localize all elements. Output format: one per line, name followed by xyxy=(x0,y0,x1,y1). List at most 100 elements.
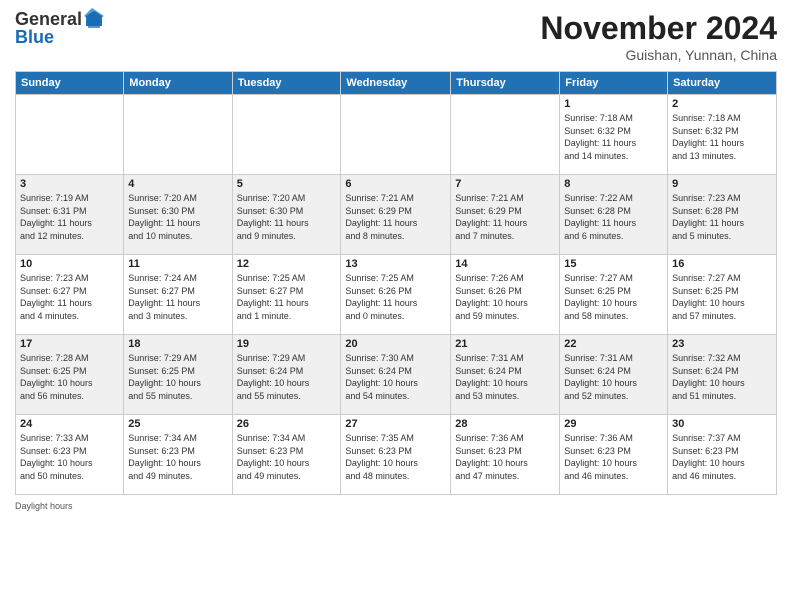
day-info: Sunrise: 7:22 AM Sunset: 6:28 PM Dayligh… xyxy=(564,192,663,242)
day-number: 14 xyxy=(455,258,555,270)
month-title: November 2024 xyxy=(540,10,777,47)
calendar-cell: 1Sunrise: 7:18 AM Sunset: 6:32 PM Daylig… xyxy=(560,95,668,175)
header: General Blue November 2024 Guishan, Yunn… xyxy=(15,10,777,63)
day-info: Sunrise: 7:24 AM Sunset: 6:27 PM Dayligh… xyxy=(128,272,227,322)
day-info: Sunrise: 7:35 AM Sunset: 6:23 PM Dayligh… xyxy=(345,432,446,482)
calendar-cell: 3 Sunrise: 7:19 AM Sunset: 6:31 PM Daylig… xyxy=(16,175,124,255)
col-header-wednesday: Wednesday xyxy=(341,72,451,95)
calendar-cell: 15Sunrise: 7:27 AM Sunset: 6:25 PM Dayli… xyxy=(560,255,668,335)
col-header-tuesday: Tuesday xyxy=(232,72,341,95)
header-row: SundayMondayTuesdayWednesdayThursdayFrid… xyxy=(16,72,777,95)
calendar-cell: 22 Sunrise: 7:31 AM Sunset: 6:24 PM Dayli… xyxy=(560,335,668,415)
day-number: 24 xyxy=(20,418,119,430)
calendar-cell: 14 Sunrise: 7:26 AM Sunset: 6:26 PM Dayli… xyxy=(451,255,560,335)
calendar-cell xyxy=(451,95,560,175)
calendar-cell: 7 Sunrise: 7:21 AM Sunset: 6:29 PM Daylig… xyxy=(451,175,560,255)
day-info: Sunrise: 7:30 AM Sunset: 6:24 PM Dayligh… xyxy=(345,352,446,402)
calendar-body: 1 Sunrise: 7:18 AM Sunset: 6:32 PM Daylig… xyxy=(16,95,777,495)
day-info: Sunrise: 7:25 AM Sunset: 6:27 PM Dayligh… xyxy=(237,272,337,322)
day-number: 18 xyxy=(128,338,227,350)
calendar-cell: 11 Sunrise: 7:24 AM Sunset: 6:27 PM Dayli… xyxy=(124,255,232,335)
calendar-cell: 26 Sunrise: 7:34 AM Sunset: 6:23 PM Dayli… xyxy=(232,415,341,495)
calendar-cell: 25Sunrise: 7:34 AM Sunset: 6:23 PM Dayli… xyxy=(124,415,232,495)
day-info: Sunrise: 7:29 AM Sunset: 6:24 PM Dayligh… xyxy=(237,352,337,402)
day-info: Sunrise: 7:31 AM Sunset: 6:24 PM Dayligh… xyxy=(564,352,663,402)
day-number: 6 xyxy=(345,178,446,190)
day-info: Sunrise: 7:36 AM Sunset: 6:23 PM Dayligh… xyxy=(455,432,555,482)
calendar-cell: 4 Sunrise: 7:20 AM Sunset: 6:30 PM Daylig… xyxy=(124,175,232,255)
day-info: Sunrise: 7:32 AM Sunset: 6:24 PM Dayligh… xyxy=(672,352,772,402)
day-info: Sunrise: 7:37 AM Sunset: 6:23 PM Dayligh… xyxy=(672,432,772,482)
col-header-monday: Monday xyxy=(124,72,232,95)
week-row-4: 17Sunrise: 7:28 AM Sunset: 6:25 PM Dayli… xyxy=(16,335,777,415)
day-number: 11 xyxy=(128,258,227,270)
day-info: Sunrise: 7:31 AM Sunset: 6:24 PM Dayligh… xyxy=(455,352,555,402)
day-number: 9 xyxy=(672,178,772,190)
title-area: November 2024 Guishan, Yunnan, China xyxy=(540,10,777,63)
calendar-cell xyxy=(232,95,341,175)
footer: Daylight hours xyxy=(15,501,777,511)
day-info: Sunrise: 7:26 AM Sunset: 6:26 PM Dayligh… xyxy=(455,272,555,322)
day-number: 4 xyxy=(128,178,227,190)
day-info: Sunrise: 7:36 AM Sunset: 6:23 PM Dayligh… xyxy=(564,432,663,482)
calendar-cell: 27 Sunrise: 7:35 AM Sunset: 6:23 PM Dayli… xyxy=(341,415,451,495)
calendar-header: SundayMondayTuesdayWednesdayThursdayFrid… xyxy=(16,72,777,95)
calendar-cell: 13 Sunrise: 7:25 AM Sunset: 6:26 PM Dayli… xyxy=(341,255,451,335)
col-header-sunday: Sunday xyxy=(16,72,124,95)
logo-icon xyxy=(84,8,104,28)
calendar-cell: 17Sunrise: 7:28 AM Sunset: 6:25 PM Dayli… xyxy=(16,335,124,415)
daylight-label: Daylight hours xyxy=(15,501,73,511)
day-info: Sunrise: 7:20 AM Sunset: 6:30 PM Dayligh… xyxy=(237,192,337,242)
calendar-cell: 10Sunrise: 7:23 AM Sunset: 6:27 PM Dayli… xyxy=(16,255,124,335)
week-row-1: 1 Sunrise: 7:18 AM Sunset: 6:32 PM Daylig… xyxy=(16,95,777,175)
calendar-cell: 18 Sunrise: 7:29 AM Sunset: 6:25 PM Dayli… xyxy=(124,335,232,415)
col-header-friday: Friday xyxy=(560,72,668,95)
day-number: 20 xyxy=(345,338,446,350)
day-number: 7 xyxy=(455,178,555,190)
day-number: 19 xyxy=(237,338,337,350)
day-info: Sunrise: 7:28 AM Sunset: 6:25 PM Dayligh… xyxy=(20,352,119,402)
day-number: 30 xyxy=(672,418,772,430)
calendar-cell: 29 Sunrise: 7:36 AM Sunset: 6:23 PM Dayli… xyxy=(560,415,668,495)
day-number: 5 xyxy=(237,178,337,190)
day-info: Sunrise: 7:34 AM Sunset: 6:23 PM Dayligh… xyxy=(237,432,337,482)
day-number: 27 xyxy=(345,418,446,430)
week-row-3: 10Sunrise: 7:23 AM Sunset: 6:27 PM Dayli… xyxy=(16,255,777,335)
day-number: 26 xyxy=(237,418,337,430)
day-info: Sunrise: 7:27 AM Sunset: 6:25 PM Dayligh… xyxy=(672,272,772,322)
day-info: Sunrise: 7:33 AM Sunset: 6:23 PM Dayligh… xyxy=(20,432,119,482)
day-info: Sunrise: 7:21 AM Sunset: 6:29 PM Dayligh… xyxy=(455,192,555,242)
calendar-cell: 8Sunrise: 7:22 AM Sunset: 6:28 PM Daylig… xyxy=(560,175,668,255)
day-number: 13 xyxy=(345,258,446,270)
calendar-cell: 16 Sunrise: 7:27 AM Sunset: 6:25 PM Dayli… xyxy=(668,255,777,335)
day-number: 3 xyxy=(20,178,119,190)
logo-area: General Blue xyxy=(15,10,104,48)
week-row-2: 3 Sunrise: 7:19 AM Sunset: 6:31 PM Daylig… xyxy=(16,175,777,255)
logo-blue: Blue xyxy=(15,28,104,48)
day-number: 16 xyxy=(672,258,772,270)
day-number: 23 xyxy=(672,338,772,350)
day-info: Sunrise: 7:19 AM Sunset: 6:31 PM Dayligh… xyxy=(20,192,119,242)
day-number: 22 xyxy=(564,338,663,350)
day-number: 2 xyxy=(672,98,772,110)
location-subtitle: Guishan, Yunnan, China xyxy=(540,47,777,63)
calendar-cell: 2 Sunrise: 7:18 AM Sunset: 6:32 PM Daylig… xyxy=(668,95,777,175)
calendar-cell: 21Sunrise: 7:31 AM Sunset: 6:24 PM Dayli… xyxy=(451,335,560,415)
day-info: Sunrise: 7:34 AM Sunset: 6:23 PM Dayligh… xyxy=(128,432,227,482)
calendar-cell xyxy=(124,95,232,175)
day-number: 10 xyxy=(20,258,119,270)
calendar-cell: 28Sunrise: 7:36 AM Sunset: 6:23 PM Dayli… xyxy=(451,415,560,495)
day-number: 12 xyxy=(237,258,337,270)
day-number: 29 xyxy=(564,418,663,430)
day-number: 1 xyxy=(564,98,663,110)
calendar-cell: 23 Sunrise: 7:32 AM Sunset: 6:24 PM Dayli… xyxy=(668,335,777,415)
day-info: Sunrise: 7:18 AM Sunset: 6:32 PM Dayligh… xyxy=(672,112,772,162)
page: General Blue November 2024 Guishan, Yunn… xyxy=(0,0,792,612)
calendar-table: SundayMondayTuesdayWednesdayThursdayFrid… xyxy=(15,71,777,495)
day-info: Sunrise: 7:29 AM Sunset: 6:25 PM Dayligh… xyxy=(128,352,227,402)
day-info: Sunrise: 7:25 AM Sunset: 6:26 PM Dayligh… xyxy=(345,272,446,322)
calendar-cell: 9Sunrise: 7:23 AM Sunset: 6:28 PM Daylig… xyxy=(668,175,777,255)
day-info: Sunrise: 7:27 AM Sunset: 6:25 PM Dayligh… xyxy=(564,272,663,322)
calendar-cell: 19 Sunrise: 7:29 AM Sunset: 6:24 PM Dayli… xyxy=(232,335,341,415)
day-info: Sunrise: 7:20 AM Sunset: 6:30 PM Dayligh… xyxy=(128,192,227,242)
